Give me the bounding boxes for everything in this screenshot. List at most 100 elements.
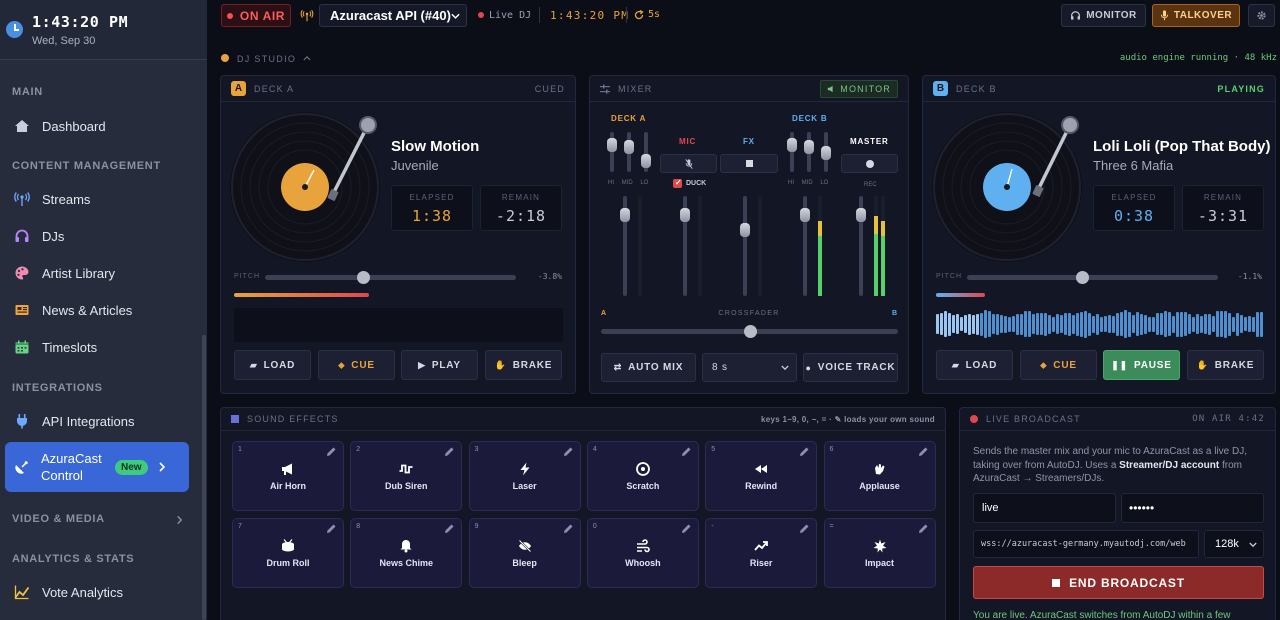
end-broadcast-button[interactable]: END BROADCAST [973, 566, 1264, 599]
voice-track-button[interactable]: ● VOICE TRACK [803, 353, 898, 382]
fx-button[interactable] [720, 154, 778, 173]
deck-b-progress[interactable] [936, 293, 1263, 297]
fx-volume-knob[interactable] [740, 223, 750, 237]
button-label: BRAKE [1214, 359, 1255, 371]
server-url-field[interactable]: wss://azuracast-germany.myautodj.com/web [973, 530, 1199, 558]
edit-pencil-icon[interactable] [325, 446, 337, 458]
section-content: CONTENT MANAGEMENT [12, 160, 161, 172]
deck-a-turntable[interactable] [230, 112, 380, 262]
deck-b-volume-knob[interactable] [800, 208, 810, 222]
sound-pad[interactable]: - Riser [705, 518, 818, 588]
sidebar-item-vote-analytics[interactable]: Vote Analytics [0, 579, 200, 605]
deck-a-brake-button[interactable]: ✋ BRAKE [485, 350, 562, 380]
eq-b-lo-knob[interactable] [821, 146, 831, 160]
sound-pad[interactable]: 7 Drum Roll [232, 518, 344, 588]
eq-a-hi-knob[interactable] [607, 138, 617, 152]
deck-b-load-button[interactable]: ▰ LOAD [936, 350, 1013, 380]
sidebar-item-azuracast-control[interactable]: AzuraCast Control New [5, 442, 189, 492]
deck-b-pitch-slider[interactable] [967, 271, 1218, 284]
edit-pencil-icon[interactable] [798, 446, 810, 458]
on-air-dot [226, 12, 233, 19]
edit-pencil-icon[interactable] [443, 446, 455, 458]
rec-label: REC [864, 182, 877, 188]
deck-b-waveform[interactable] [936, 306, 1263, 342]
edit-pencil-icon[interactable] [562, 446, 574, 458]
divider [626, 7, 627, 23]
settings-button[interactable] [1248, 4, 1275, 27]
master-button[interactable] [841, 154, 898, 173]
sidebar-item-djs[interactable]: DJs [0, 223, 200, 249]
deck-a-play-button[interactable]: ▶ PLAY [401, 350, 478, 380]
sidebar-scrollbar[interactable] [202, 335, 206, 620]
edit-pencil-icon[interactable] [680, 446, 692, 458]
fx-square-icon [745, 160, 753, 167]
edit-pencil-icon[interactable] [917, 523, 929, 535]
deck-b-cue-button[interactable]: ⬥ CUE [1020, 350, 1097, 380]
deck-a-waveform[interactable] [234, 308, 563, 342]
sound-pad[interactable]: 2 Dub Siren [350, 441, 463, 511]
deck-b-pause-button[interactable]: ❚❚ PAUSE [1103, 350, 1180, 380]
deck-a-progress[interactable] [234, 293, 563, 297]
deck-b-turntable[interactable] [932, 112, 1082, 262]
edit-pencil-icon[interactable] [917, 446, 929, 458]
edit-pencil-icon[interactable] [798, 523, 810, 535]
section-video-media[interactable]: VIDEO & MEDIA [0, 513, 105, 525]
edit-pencil-icon[interactable] [325, 523, 337, 535]
eq-b-mid-knob[interactable] [804, 140, 814, 154]
crossfader-handle[interactable] [743, 325, 757, 338]
eq-a-mid-knob[interactable] [624, 140, 634, 154]
sound-pad[interactable]: 8 News Chime [350, 518, 463, 588]
chevron-up-icon[interactable] [303, 55, 311, 61]
sidebar-item-api-integrations[interactable]: API Integrations [0, 408, 200, 434]
sound-pad[interactable]: 6 Applause [823, 441, 936, 511]
live-dj-dot [478, 12, 484, 18]
sound-pad[interactable]: = Impact [823, 518, 936, 588]
password-field[interactable]: •••••• [1121, 493, 1264, 523]
mixer-monitor-button[interactable]: MONITOR [820, 79, 898, 98]
deck-a-load-button[interactable]: ▰ LOAD [234, 350, 311, 380]
chevron-right-icon[interactable] [175, 515, 184, 525]
deck-a-meter [638, 196, 642, 296]
eq-b-hi-knob[interactable] [787, 138, 797, 152]
bitrate-select[interactable]: 128k [1204, 530, 1264, 558]
sound-pad[interactable]: 9 Bleep [468, 518, 581, 588]
deck-a-pitch-slider[interactable] [265, 271, 516, 284]
deck-a-cue-button[interactable]: ⬥ CUE [318, 350, 395, 380]
deck-a-pitch-handle[interactable] [356, 271, 370, 284]
eq-a-lo-knob[interactable] [641, 154, 651, 168]
edit-pencil-icon[interactable] [562, 523, 574, 535]
fx-volume-fader[interactable] [743, 196, 747, 296]
station-select[interactable]: Azuracast API (#40) [319, 4, 467, 27]
sound-pad[interactable]: 0 Whoosh [586, 518, 699, 588]
edit-pencil-icon[interactable] [680, 523, 692, 535]
sound-pad[interactable]: 5 Rewind [705, 441, 818, 511]
crossfader-slider[interactable] [601, 325, 898, 338]
waveform-bar [1180, 311, 1183, 337]
fade-time-select[interactable]: 8 s [702, 353, 797, 382]
monitor-button[interactable]: MONITOR [1061, 4, 1146, 27]
talkover-button[interactable]: TALKOVER [1152, 4, 1240, 27]
waveform-bar [948, 312, 951, 336]
mic-volume-knob[interactable] [680, 208, 690, 222]
master-volume-knob[interactable] [856, 208, 866, 222]
talkover-label: TALKOVER [1173, 10, 1233, 21]
deck-b-brake-button[interactable]: ✋ BRAKE [1187, 350, 1264, 380]
username-field[interactable]: live [973, 493, 1116, 523]
sidebar-item-artist-library[interactable]: Artist Library [0, 260, 200, 286]
sound-pad[interactable]: 3 Laser [468, 441, 581, 511]
sidebar-item-streams[interactable]: Streams [0, 186, 200, 212]
sound-pad[interactable]: 4 Scratch [586, 441, 699, 511]
sidebar-item-news[interactable]: News & Articles [0, 297, 200, 323]
sidebar-item-label: Dashboard [42, 118, 106, 134]
mic-mute-button[interactable] [660, 154, 717, 173]
waveform-bar [1232, 316, 1235, 332]
edit-pencil-icon[interactable] [443, 523, 455, 535]
deck-a-volume-knob[interactable] [620, 208, 630, 222]
sidebar-item-dashboard[interactable]: Dashboard [0, 113, 200, 139]
sound-pad[interactable]: 1 Air Horn [232, 441, 344, 511]
auto-mix-button[interactable]: ⇄ AUTO MIX [601, 353, 696, 382]
waveform-bar [1112, 315, 1115, 333]
deck-b-pitch-handle[interactable] [1076, 271, 1090, 284]
sidebar-item-timeslots[interactable]: Timeslots [0, 334, 200, 360]
hand-icon: ✋ [1196, 359, 1209, 370]
